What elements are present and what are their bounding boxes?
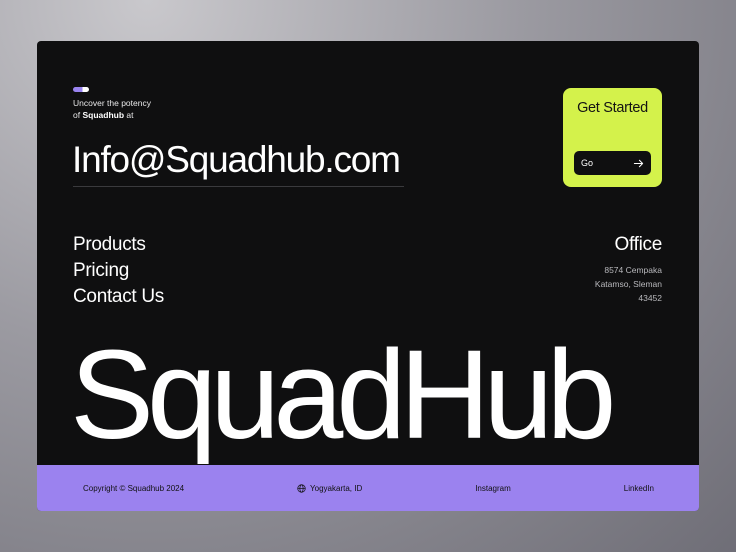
location: Yogyakarta, ID [297,484,362,493]
tagline-suffix: at [126,110,134,120]
tagline-brand: Squadhub [82,110,125,120]
go-button[interactable]: Go [574,151,651,175]
arrow-right-icon [633,159,644,167]
office-address-line: 43452 [638,293,662,303]
get-started-title: Get Started [577,100,648,116]
footer-card: Uncover the potency of Squadhub at Info@… [37,41,699,511]
linkedin-link[interactable]: LinkedIn [624,484,654,493]
nav-link-contact-us[interactable]: Contact Us [73,284,164,310]
go-button-label: Go [581,158,594,168]
office-address: 8574 Cempaka Katamso, Sleman 43452 [595,263,662,305]
tagline-prefix: of [73,110,81,120]
office-address-line: 8574 Cempaka [604,265,662,275]
location-label: Yogyakarta, ID [310,483,363,493]
accent-pill [73,87,89,92]
email-divider [73,186,404,187]
office-address-line: Katamso, Sleman [594,279,662,289]
globe-icon [297,483,306,493]
footer-bar: Copyright © Squadhub 2024 Yogyakarta, ID… [37,465,699,511]
tagline: Uncover the potency of Squadhub at [73,97,151,121]
footer-nav: Products Pricing Contact Us [73,232,164,310]
office-block: Office 8574 Cempaka Katamso, Sleman 4345… [595,232,662,305]
copyright-text: Copyright © Squadhub 2024 [83,483,185,493]
nav-link-pricing[interactable]: Pricing [73,258,164,284]
office-title: Office [614,234,663,255]
instagram-link[interactable]: Instagram [475,484,511,493]
get-started-card: Get Started Go [563,88,662,187]
nav-link-products[interactable]: Products [73,232,164,258]
brand-wordmark: SquadHub [70,324,616,465]
contact-email[interactable]: Info@Squadhub.com [72,140,401,180]
tagline-line-1: Uncover the potency [73,98,151,108]
